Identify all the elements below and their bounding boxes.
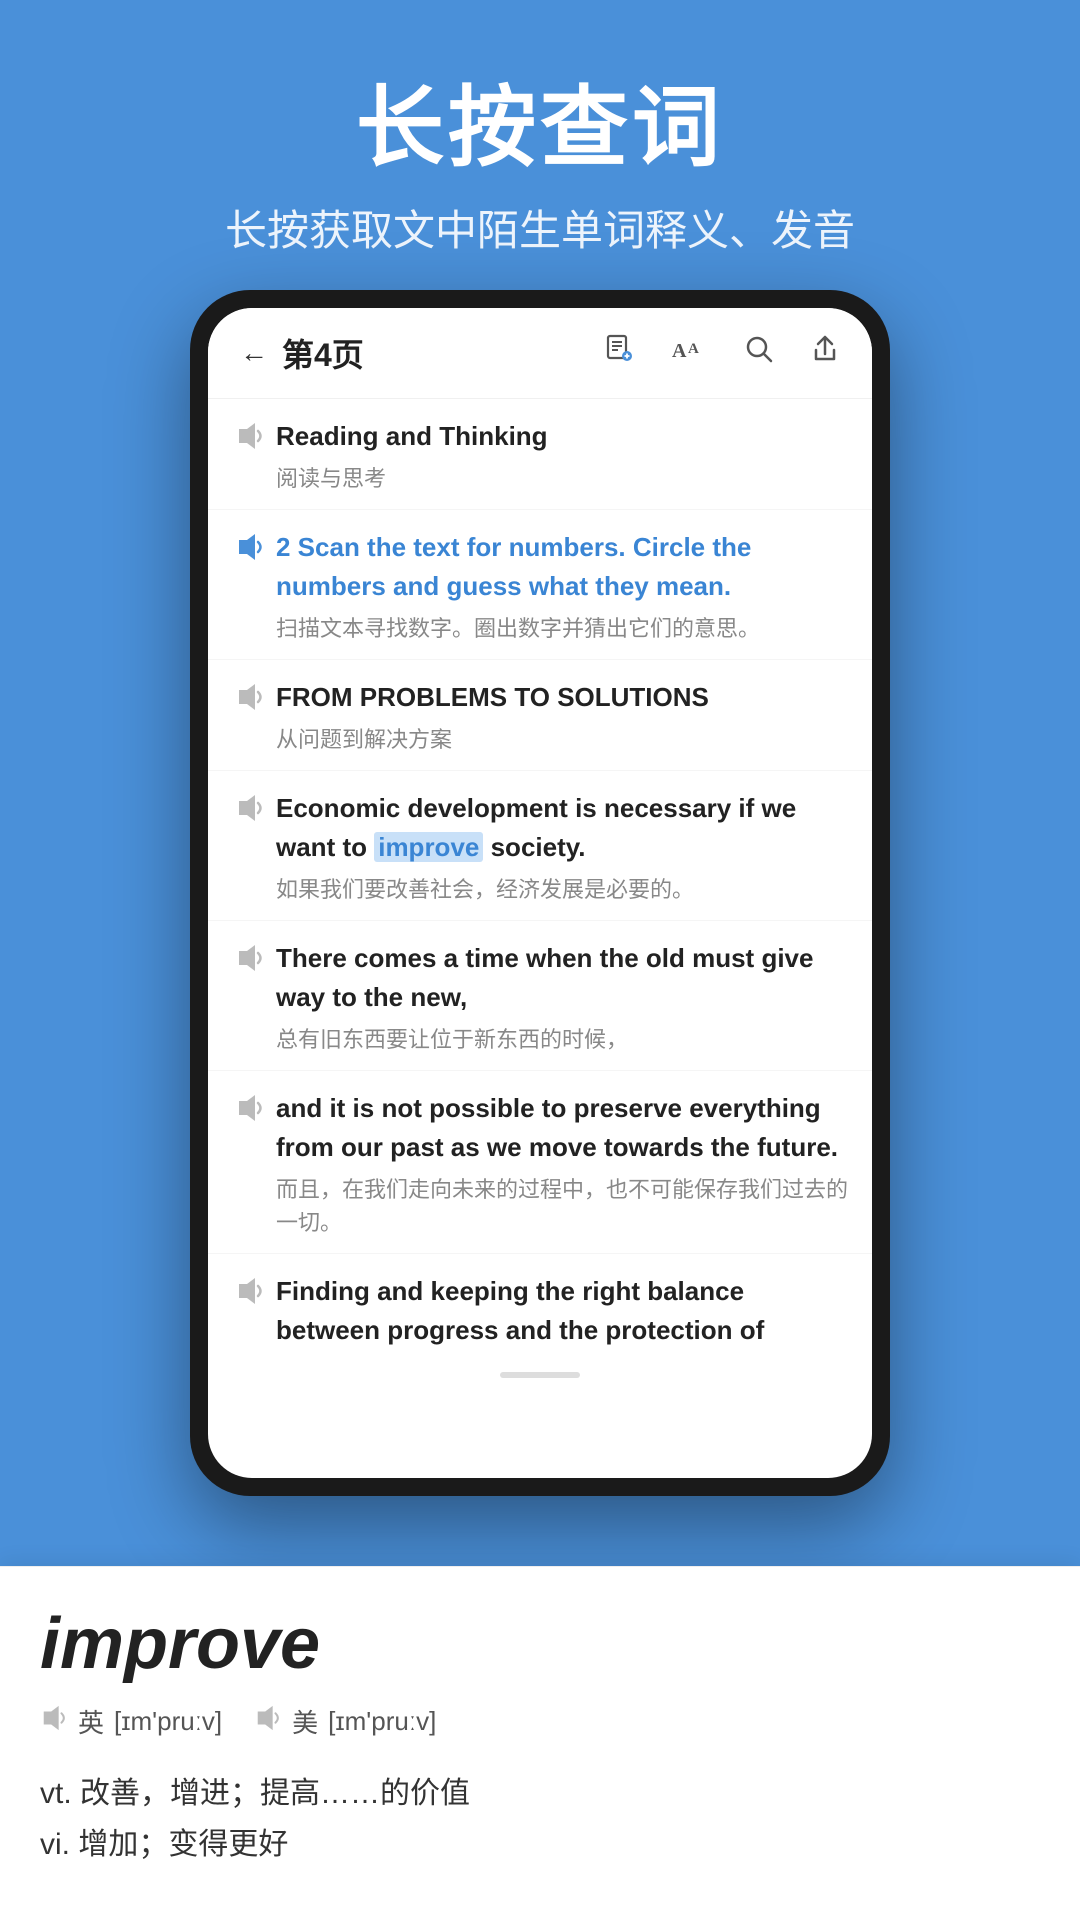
- sound-button-1[interactable]: [224, 417, 276, 451]
- main-title: 长按查词: [0, 80, 1080, 177]
- sound-button-3[interactable]: [224, 678, 276, 712]
- dict-def-2: vi. 增加；变得更好: [40, 1819, 1040, 1870]
- phonetic-us: 美 [ɪm'pruːv]: [254, 1703, 436, 1740]
- search-icon[interactable]: [744, 334, 774, 372]
- en-text-4: Economic development is necessary if we …: [276, 789, 848, 867]
- row-text-5: There comes a time when the old must giv…: [276, 939, 848, 1056]
- en-text-2: 2 Scan the text for numbers. Circle the …: [276, 528, 848, 606]
- font-size-icon[interactable]: A A: [672, 333, 708, 373]
- cn-text-1: 阅读与思考: [276, 462, 848, 495]
- header-area: 长按查词 长按获取文中陌生单词释义、发音: [0, 0, 1080, 298]
- phonetic-en: 英 [ɪm'pruːv]: [40, 1703, 222, 1740]
- content-area: Reading and Thinking 阅读与思考 2 Scan the te…: [208, 399, 872, 1478]
- phone-screen: ← 第4页: [208, 308, 872, 1478]
- phonetic-sound-icon-us[interactable]: [254, 1704, 282, 1739]
- sound-button-6[interactable]: [224, 1089, 276, 1123]
- doc-settings-icon[interactable]: [604, 333, 636, 373]
- cn-text-3: 从问题到解决方案: [276, 723, 848, 756]
- en-text-1: Reading and Thinking: [276, 417, 848, 456]
- back-button[interactable]: ←: [240, 337, 268, 369]
- phone-mockup: ← 第4页: [190, 290, 890, 1496]
- row-text-7: Finding and keeping the right balance be…: [276, 1272, 848, 1350]
- en-text-6: and it is not possible to preserve every…: [276, 1089, 848, 1167]
- dict-phonetics: 英 [ɪm'pruːv] 美 [ɪm'pruːv]: [40, 1703, 1040, 1740]
- list-item: Reading and Thinking 阅读与思考: [208, 399, 872, 510]
- share-icon[interactable]: [810, 334, 840, 372]
- phonetic-us-text: [ɪm'pruːv]: [328, 1706, 436, 1737]
- cn-text-6: 而且，在我们走向未来的过程中，也不可能保存我们过去的一切。: [276, 1173, 848, 1239]
- list-item: 2 Scan the text for numbers. Circle the …: [208, 510, 872, 660]
- phone-frame: ← 第4页: [190, 290, 890, 1496]
- sound-button-7[interactable]: [224, 1272, 276, 1306]
- row-text-4: Economic development is necessary if we …: [276, 789, 848, 906]
- phonetic-en-lang: 英: [78, 1703, 104, 1740]
- row-text-2: 2 Scan the text for numbers. Circle the …: [276, 528, 848, 645]
- list-item: FROM PROBLEMS TO SOLUTIONS 从问题到解决方案: [208, 660, 872, 771]
- dict-def-1: vt. 改善，增进；提高……的价值: [40, 1768, 1040, 1819]
- dict-word: improve: [40, 1603, 1040, 1685]
- highlight-improve[interactable]: improve: [374, 832, 483, 862]
- sound-button-4[interactable]: [224, 789, 276, 823]
- row-text-1: Reading and Thinking 阅读与思考: [276, 417, 848, 495]
- list-item: Finding and keeping the right balance be…: [208, 1254, 872, 1364]
- dict-definitions: vt. 改善，增进；提高……的价值 vi. 增加；变得更好: [40, 1768, 1040, 1870]
- en-text-3: FROM PROBLEMS TO SOLUTIONS: [276, 678, 848, 717]
- topbar-left: ← 第4页: [240, 330, 364, 376]
- phonetic-us-lang: 美: [292, 1703, 318, 1740]
- row-text-6: and it is not possible to preserve every…: [276, 1089, 848, 1239]
- cn-text-5: 总有旧东西要让位于新东西的时候，: [276, 1023, 848, 1056]
- en-text-7: Finding and keeping the right balance be…: [276, 1272, 848, 1350]
- list-item: and it is not possible to preserve every…: [208, 1071, 872, 1254]
- svg-text:A: A: [672, 340, 687, 362]
- dictionary-panel: improve 英 [ɪm'pruːv] 美 [ɪm'pruːv] v: [0, 1566, 1080, 1920]
- scroll-indicator: [500, 1372, 580, 1378]
- svg-text:A: A: [688, 341, 699, 357]
- row-text-3: FROM PROBLEMS TO SOLUTIONS 从问题到解决方案: [276, 678, 848, 756]
- sub-title: 长按获取文中陌生单词释义、发音: [0, 197, 1080, 258]
- sound-button-2[interactable]: [224, 528, 276, 562]
- cn-text-2: 扫描文本寻找数字。圈出数字并猜出它们的意思。: [276, 612, 848, 645]
- cn-text-4: 如果我们要改善社会，经济发展是必要的。: [276, 873, 848, 906]
- phonetic-sound-icon-en[interactable]: [40, 1704, 68, 1739]
- list-item: There comes a time when the old must giv…: [208, 921, 872, 1071]
- page-label: 第4页: [282, 330, 364, 376]
- app-topbar: ← 第4页: [208, 308, 872, 399]
- en-text-5: There comes a time when the old must giv…: [276, 939, 848, 1017]
- topbar-icons: A A: [604, 333, 840, 373]
- sound-button-5[interactable]: [224, 939, 276, 973]
- list-item: Economic development is necessary if we …: [208, 771, 872, 921]
- phonetic-en-text: [ɪm'pruːv]: [114, 1706, 222, 1737]
